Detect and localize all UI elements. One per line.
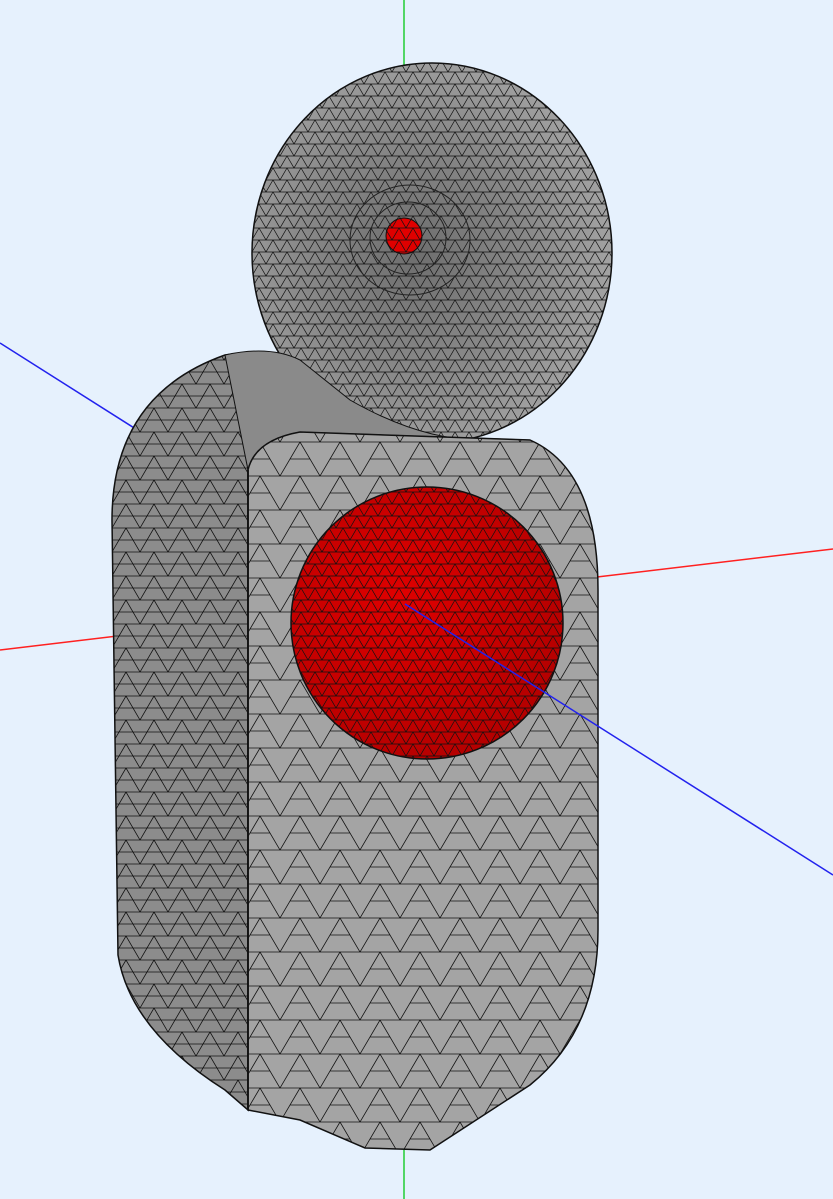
mesh-scene[interactable] bbox=[0, 0, 833, 1199]
x-axis-line-right bbox=[596, 548, 833, 578]
rounded-block[interactable] bbox=[110, 350, 605, 1155]
z-axis-line bbox=[0, 342, 151, 439]
3d-viewport[interactable] bbox=[0, 0, 833, 1199]
